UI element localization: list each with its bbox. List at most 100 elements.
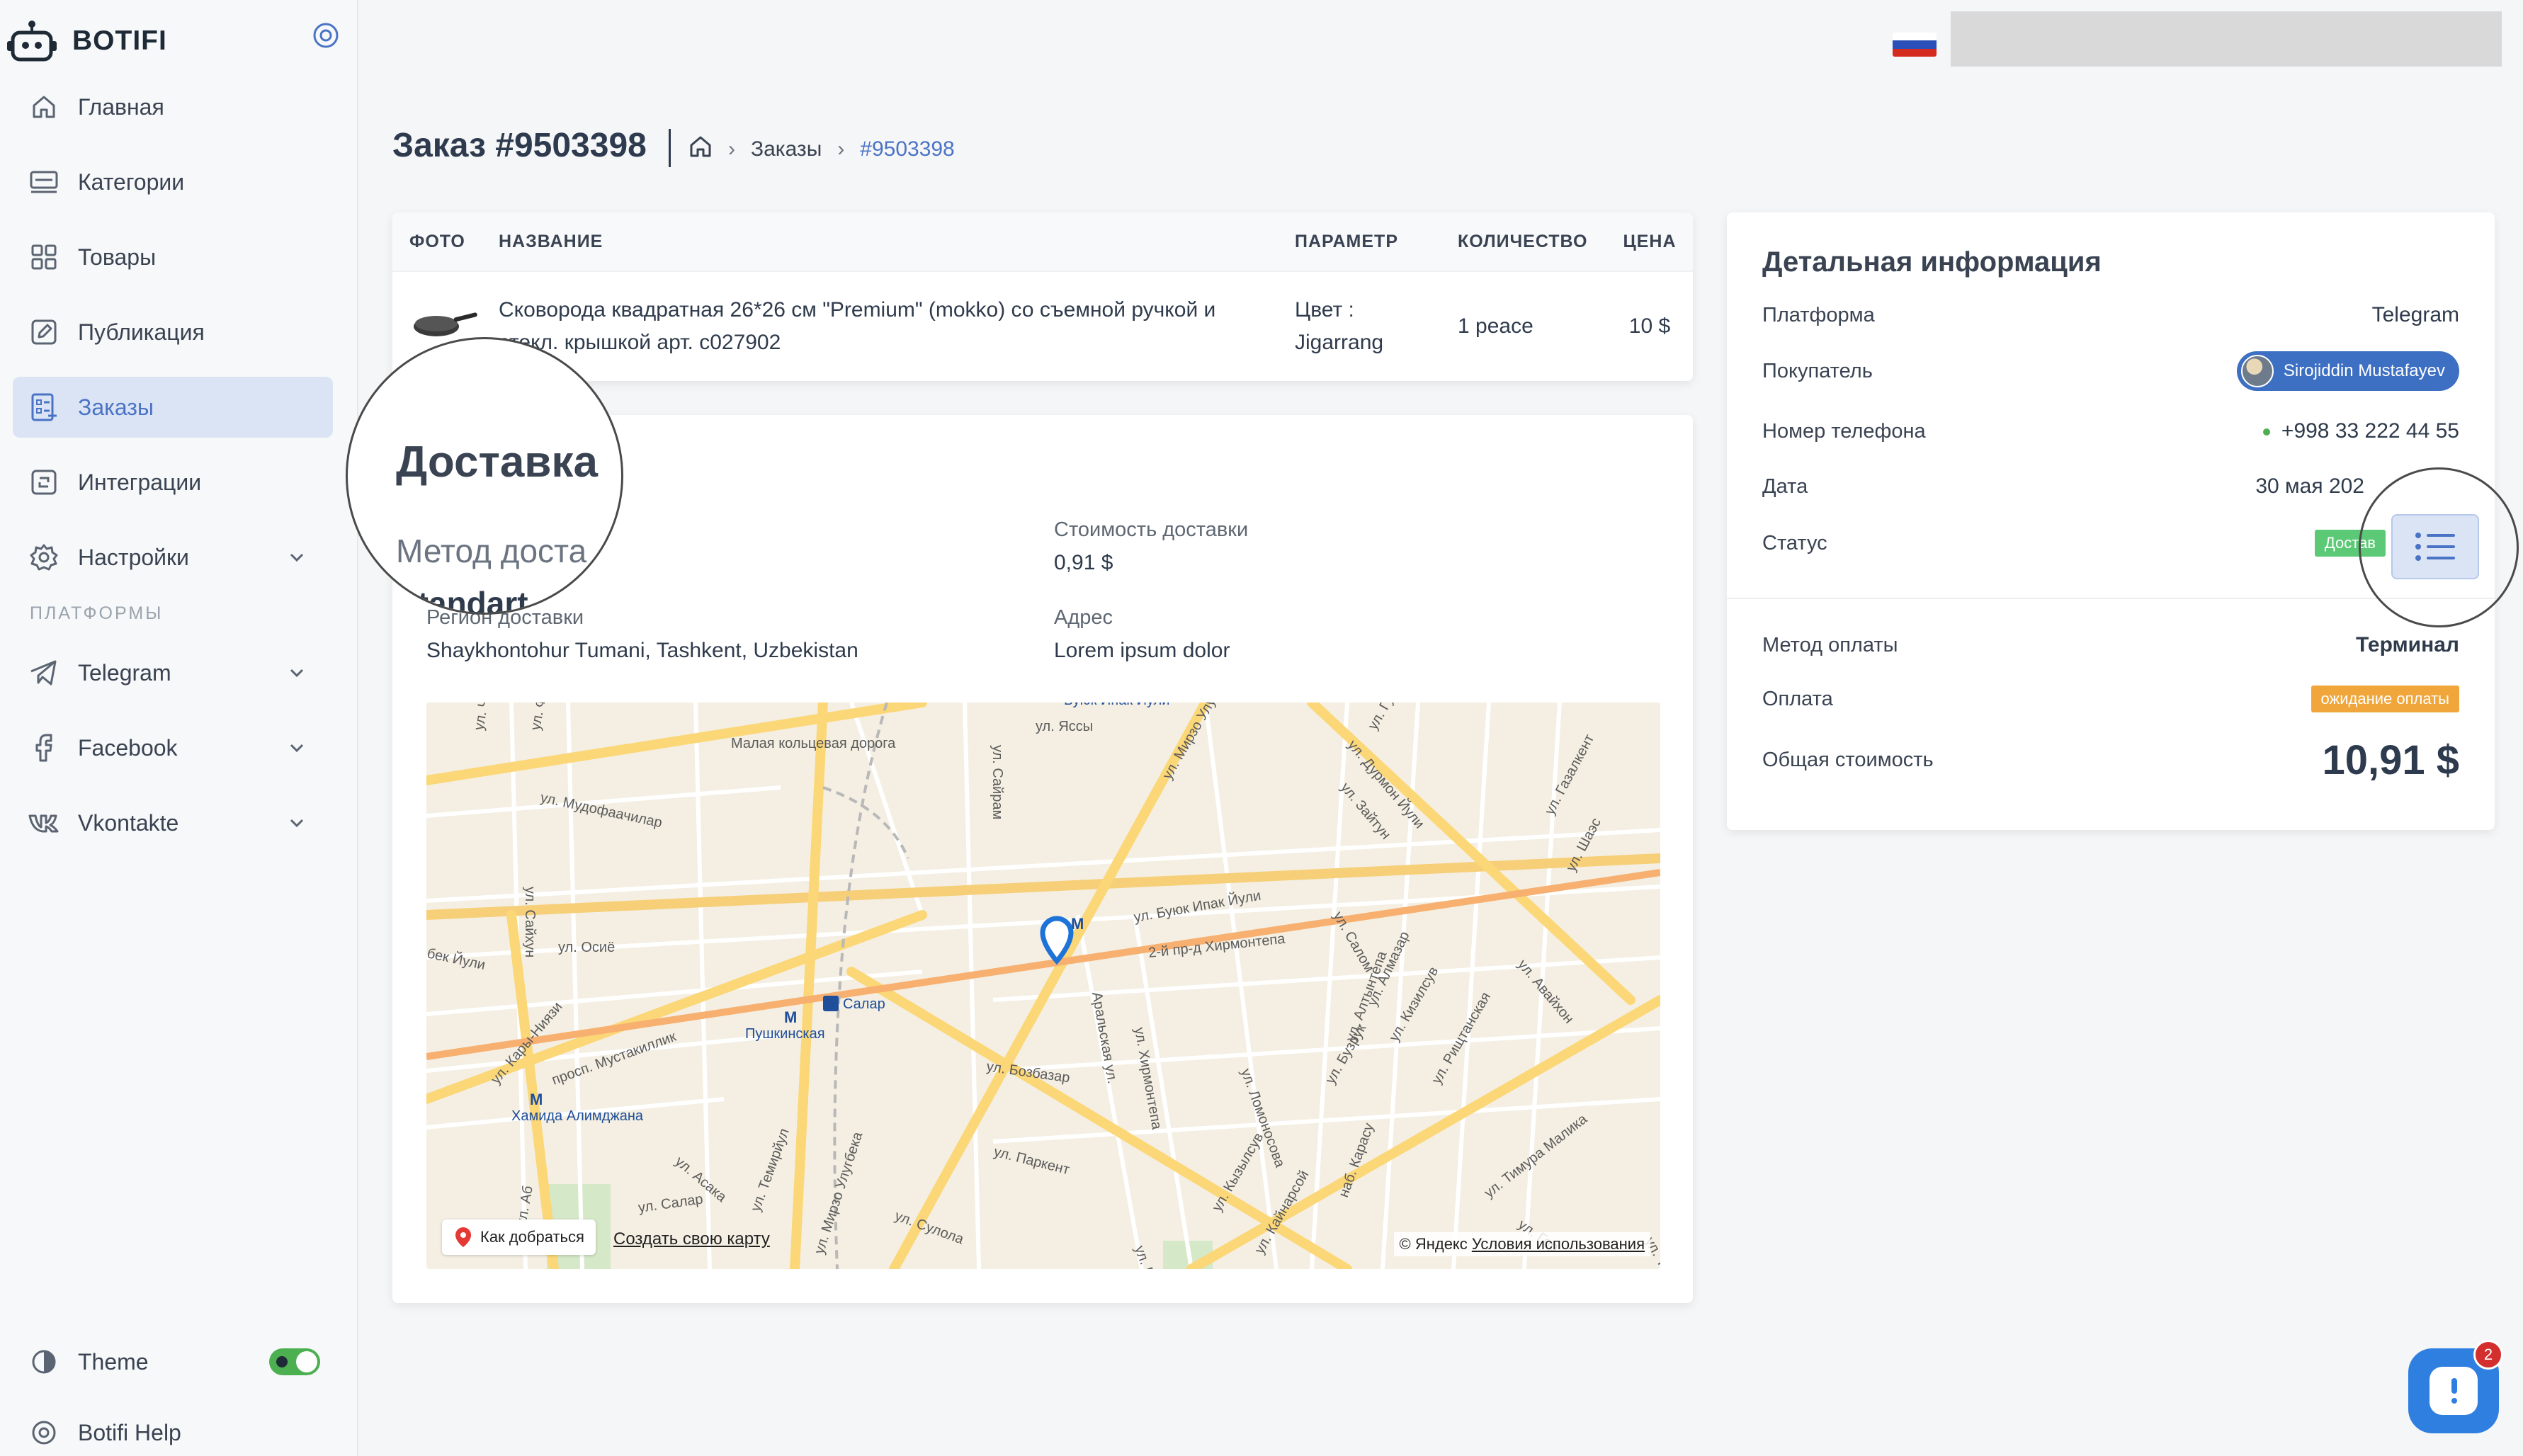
sidebar-item-categories[interactable]: Категории: [13, 152, 333, 212]
buyer-label: Покупатель: [1762, 359, 1873, 382]
sidebar-item-settings[interactable]: Настройки: [13, 527, 333, 588]
payment-status-badge: ожидание оплаты: [2311, 686, 2459, 712]
detail-payment: Оплата ожидание оплаты: [1762, 686, 2459, 712]
map-label: ул. Сайхун: [522, 887, 538, 957]
breadcrumb-orders-link[interactable]: Заказы: [751, 137, 822, 161]
sidebar-item-publication[interactable]: Публикация: [13, 302, 333, 363]
column-header-quantity: КОЛИЧЕСТВО: [1458, 231, 1588, 251]
sidebar-item-label: Настройки: [78, 544, 189, 570]
delivery-title: Доставка: [396, 438, 598, 487]
map-label: ул. Сайрам: [990, 745, 1005, 819]
chevron-down-icon: [288, 814, 306, 832]
sidebar-item-vkontakte[interactable]: Vkontakte: [13, 792, 333, 853]
home-icon[interactable]: [688, 135, 713, 164]
date-label: Дата: [1762, 474, 1808, 498]
sidebar-collapse-icon[interactable]: [312, 21, 340, 50]
logo[interactable]: BOTIFI: [7, 13, 167, 69]
total-label: Общая стоимость: [1762, 749, 1934, 771]
sidebar-item-products[interactable]: Товары: [13, 227, 333, 288]
map-pin-icon: [455, 1227, 471, 1247]
sidebar-nav: Главная Категории Товары Публикация Зака…: [13, 76, 333, 868]
sidebar-item-help[interactable]: Botifi Help: [13, 1402, 333, 1456]
title-divider: [669, 129, 671, 167]
sidebar-item-integrations[interactable]: Интеграции: [13, 452, 333, 513]
platform-label: Платформа: [1762, 303, 1875, 326]
help-icon: [28, 1417, 59, 1448]
magnifier-lens: Доставка Метод доста Standart: [346, 337, 623, 615]
chevron-down-icon: [288, 664, 306, 682]
status-label: Статус: [1762, 531, 1827, 554]
map-label: ул. Яссы: [1036, 719, 1093, 734]
map-attribution: © Яндекс Условия использования: [1393, 1232, 1650, 1256]
breadcrumb: › Заказы › #9503398: [688, 135, 955, 164]
buyer-pill[interactable]: Sirojiddin Mustafayev: [2236, 351, 2459, 391]
map-label: Пушкинская: [745, 1026, 825, 1042]
delivery-address-label: Адрес: [1054, 606, 1113, 629]
toggle-knob: [296, 1351, 317, 1372]
detail-date: Дата 30 мая 202: [1762, 474, 2364, 499]
language-flag-icon[interactable]: [1893, 33, 1937, 57]
platforms-section-title: ПЛАТФОРМЫ: [30, 603, 164, 623]
metro-icon: M: [784, 1008, 797, 1026]
info-dot: [2451, 1398, 2457, 1404]
detail-payment-method: Метод оплаты Терминал: [1762, 633, 2459, 657]
telegram-icon: [28, 657, 59, 688]
map-label: ул. Осиё: [558, 940, 615, 955]
sidebar-item-label: Facebook: [78, 734, 178, 761]
sidebar-item-facebook[interactable]: Facebook: [13, 717, 333, 778]
sidebar-item-telegram[interactable]: Telegram: [13, 642, 333, 703]
param-label: Цвет :: [1295, 298, 1354, 322]
create-map-link[interactable]: Создать свою карту: [613, 1229, 770, 1249]
integration-icon: [28, 467, 59, 498]
route-button-label: Как добраться: [480, 1228, 584, 1246]
phone-value: +998 33 222 44 55: [2281, 419, 2459, 443]
theme-icon: [28, 1346, 59, 1377]
map-label: Салар: [843, 996, 885, 1012]
grid-icon: [28, 241, 59, 273]
help-chat-icon: [2430, 1367, 2478, 1415]
map-canvas: Малая кольцевая дорога ул. Мирзо Улуг ул…: [426, 703, 1660, 1269]
bus-icon: [823, 996, 839, 1011]
chevron-down-icon: [288, 548, 306, 567]
product-name-line: стекл. крышкой арт. c027902: [499, 331, 781, 354]
sidebar-item-label: Главная: [78, 93, 164, 120]
delivery-address-value: Lorem ipsum dolor: [1054, 639, 1230, 662]
buyer-name: Sirojiddin Mustafayev: [2283, 361, 2445, 380]
payment-method-value: Терминал: [2356, 633, 2459, 656]
sidebar-item-label: Публикация: [78, 319, 205, 345]
chevron-right-icon: ›: [837, 137, 845, 161]
metro-icon: M: [530, 1091, 543, 1108]
delivery-map[interactable]: Малая кольцевая дорога ул. Мирзо Улуг ул…: [426, 703, 1660, 1269]
sidebar-item-label: Telegram: [78, 659, 171, 686]
order-products-table: ФОТО НАЗВАНИЕ ПАРАМЕТР КОЛИЧЕСТВО ЦЕНА С…: [392, 212, 1693, 381]
theme-toggle[interactable]: [269, 1348, 320, 1375]
robot-logo-icon: [7, 20, 57, 62]
table-row[interactable]: Сковорода квадратная 26*26 см "Premium" …: [392, 272, 1693, 381]
chevron-right-icon: ›: [728, 137, 735, 161]
gear-icon: [28, 542, 59, 573]
notification-badge: 2: [2473, 1340, 2503, 1370]
product-name: Сковорода квадратная 26*26 см "Premium" …: [499, 294, 1295, 359]
orders-icon: [28, 392, 59, 423]
map-label: Малая кольцевая дорога: [731, 736, 896, 751]
total-value: 10,91 $: [2322, 737, 2459, 783]
help-chat-button[interactable]: 2: [2408, 1340, 2503, 1433]
help-label: Botifi Help: [78, 1419, 181, 1445]
sidebar-item-home[interactable]: Главная: [13, 76, 333, 137]
route-button[interactable]: Как добраться: [442, 1219, 596, 1255]
date-value: 30 мая 202: [2255, 474, 2364, 498]
platform-value: Telegram: [2371, 303, 2459, 326]
chevron-down-icon: [288, 739, 306, 757]
sidebar-item-orders[interactable]: Заказы: [13, 377, 333, 438]
column-header-price: ЦЕНА: [1623, 231, 1677, 251]
home-icon: [28, 91, 59, 123]
detail-platform: Платформа Telegram: [1762, 303, 2459, 327]
table-header: ФОТО НАЗВАНИЕ ПАРАМЕТР КОЛИЧЕСТВО ЦЕНА: [392, 212, 1693, 272]
payment-label: Оплата: [1762, 687, 1833, 710]
user-menu-placeholder[interactable]: [1951, 11, 2502, 67]
map-terms-link[interactable]: Условия использования: [1472, 1235, 1645, 1253]
info-bar: [2451, 1378, 2457, 1394]
sidebar-item-label: Заказы: [78, 394, 154, 420]
detail-total: Общая стоимость 10,91 $: [1762, 736, 2459, 784]
sidebar-item-label: Категории: [78, 169, 185, 195]
